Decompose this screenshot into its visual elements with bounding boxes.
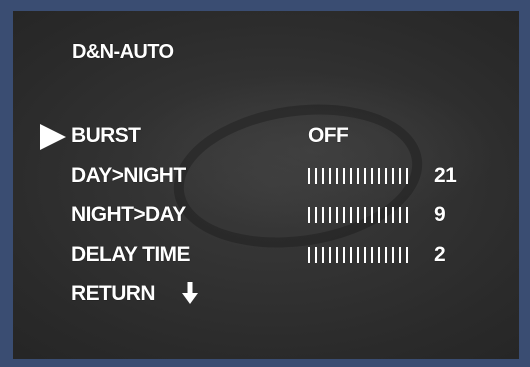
level-tick — [399, 207, 401, 223]
level-tick — [343, 207, 345, 223]
level-tick — [308, 207, 310, 223]
level-tick — [322, 247, 324, 263]
level-tick — [392, 168, 394, 184]
day-night-level-bar[interactable] — [308, 168, 408, 184]
level-tick — [406, 247, 408, 263]
level-tick — [329, 247, 331, 263]
delay-time-value: 2 — [434, 243, 446, 266]
level-tick — [357, 168, 359, 184]
level-tick — [350, 168, 352, 184]
menu-title: D&N-AUTO — [72, 41, 174, 63]
level-tick — [336, 168, 338, 184]
level-tick — [371, 168, 373, 184]
night-day-value: 9 — [434, 203, 446, 226]
level-tick — [364, 207, 366, 223]
level-tick — [357, 247, 359, 263]
level-tick — [308, 247, 310, 263]
level-tick — [378, 207, 380, 223]
level-tick — [364, 247, 366, 263]
level-tick — [329, 168, 331, 184]
level-tick — [350, 247, 352, 263]
level-tick — [322, 168, 324, 184]
menu-item-return[interactable]: RETURN — [71, 283, 156, 304]
level-tick — [315, 207, 317, 223]
level-tick — [308, 168, 310, 184]
menu-item-night-day[interactable]: NIGHT>DAY — [71, 204, 186, 225]
night-day-level-bar[interactable] — [308, 207, 408, 223]
level-tick — [329, 207, 331, 223]
level-tick — [322, 207, 324, 223]
level-tick — [392, 247, 394, 263]
level-tick — [343, 247, 345, 263]
level-tick — [371, 247, 373, 263]
level-tick — [315, 247, 317, 263]
level-tick — [336, 207, 338, 223]
level-tick — [385, 247, 387, 263]
level-tick — [364, 168, 366, 184]
level-tick — [378, 247, 380, 263]
level-tick — [399, 247, 401, 263]
menu-item-burst[interactable]: BURST — [71, 125, 141, 146]
level-tick — [371, 207, 373, 223]
down-arrow-icon — [182, 282, 198, 304]
level-tick — [336, 247, 338, 263]
burst-value[interactable]: OFF — [308, 125, 349, 146]
level-tick — [385, 207, 387, 223]
level-tick — [350, 207, 352, 223]
level-tick — [399, 168, 401, 184]
day-night-value: 21 — [434, 164, 457, 187]
right-triangle-cursor-icon — [40, 124, 66, 150]
level-tick — [385, 168, 387, 184]
menu-item-day-night[interactable]: DAY>NIGHT — [71, 165, 186, 186]
delay-time-level-bar[interactable] — [308, 247, 408, 263]
level-tick — [406, 168, 408, 184]
level-tick — [343, 168, 345, 184]
level-tick — [406, 207, 408, 223]
menu-item-delay-time[interactable]: DELAY TIME — [71, 244, 190, 265]
level-tick — [315, 168, 317, 184]
level-tick — [392, 207, 394, 223]
level-tick — [357, 207, 359, 223]
level-tick — [378, 168, 380, 184]
osd-screen: D&N-AUTO BURST OFF DAY>NIGHT 21 NIGHT>DA… — [13, 11, 519, 359]
